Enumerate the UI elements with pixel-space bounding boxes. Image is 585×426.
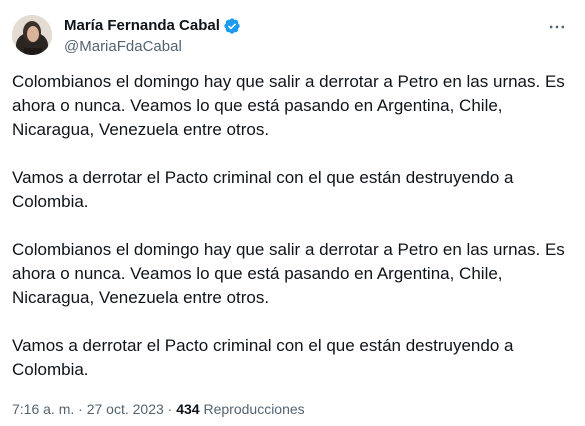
verified-badge-icon[interactable]	[223, 17, 241, 35]
tweet-paragraph: Colombianos el domingo hay que salir a d…	[12, 72, 570, 139]
author-display-name[interactable]: María Fernanda Cabal	[64, 16, 220, 36]
tweet-metadata: 7:16 a. m. · 27 oct. 2023 · 434 Reproduc…	[12, 400, 305, 418]
tweet-time[interactable]: 7:16 a. m.	[12, 401, 74, 417]
author-handle[interactable]: @MariaFdaCabal	[64, 37, 241, 57]
avatar-image	[12, 15, 52, 55]
views-label: Reproducciones	[203, 401, 305, 417]
author-names: María Fernanda Cabal @MariaFdaCabal	[64, 16, 241, 57]
display-name-row: María Fernanda Cabal	[64, 16, 241, 36]
more-options-icon[interactable]	[547, 17, 567, 37]
tweet-paragraph: Colombianos el domingo hay que salir a d…	[12, 240, 570, 307]
tweet-paragraph: Vamos a derrotar el Pacto criminal con e…	[12, 168, 519, 211]
tweet-card: María Fernanda Cabal @MariaFdaCabal Colo…	[0, 0, 585, 426]
tweet-text: Colombianos el domingo hay que salir a d…	[12, 70, 577, 382]
tweet-paragraph: Vamos a derrotar el Pacto criminal con e…	[12, 336, 519, 379]
tweet-header: María Fernanda Cabal @MariaFdaCabal	[12, 15, 573, 59]
meta-separator: ·	[78, 401, 83, 417]
views-count: 434	[176, 401, 200, 417]
meta-separator: ·	[167, 401, 173, 417]
avatar[interactable]	[12, 15, 52, 55]
tweet-date[interactable]: 27 oct. 2023	[87, 401, 164, 417]
